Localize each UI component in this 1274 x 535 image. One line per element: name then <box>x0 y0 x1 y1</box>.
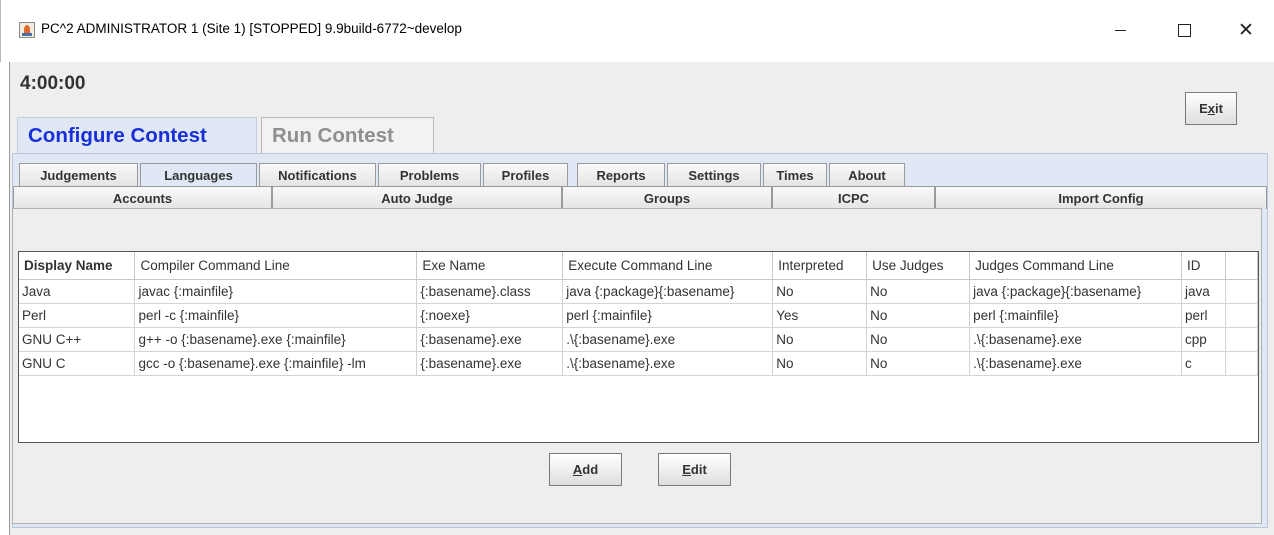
table-cell: javac {:mainfile} <box>134 279 418 304</box>
table-cell <box>1225 303 1258 328</box>
table-cell: No <box>772 279 868 304</box>
languages-pane: Display Name Compiler Command Line Exe N… <box>12 208 1262 524</box>
table-cell <box>1225 351 1258 376</box>
tab-times[interactable]: Times <box>763 163 827 186</box>
tab-run-contest[interactable]: Run Contest <box>261 117 434 153</box>
tab-groups[interactable]: Groups <box>562 186 772 209</box>
tab-reports[interactable]: Reports <box>577 163 665 186</box>
table-cell: No <box>866 303 971 328</box>
column-header[interactable]: Execute Command Line <box>562 252 774 280</box>
minimize-icon[interactable] <box>1097 12 1143 48</box>
contest-clock: 4:00:00 <box>20 73 86 94</box>
table-cell: perl {:mainfile} <box>562 303 774 328</box>
exit-button[interactable]: Ex it <box>1185 92 1237 125</box>
close-icon[interactable]: ✕ <box>1223 12 1269 48</box>
edit-label-rest: dit <box>690 462 707 477</box>
table-cell: GNU C++ <box>19 327 136 352</box>
tab-configure-contest[interactable]: Configure Contest <box>17 117 257 153</box>
exit-label-start: E <box>1199 101 1208 116</box>
table-header-row: Display Name Compiler Command Line Exe N… <box>19 252 1258 280</box>
tab-about[interactable]: About <box>829 163 905 186</box>
tab-profiles[interactable]: Profiles <box>483 163 568 186</box>
table-cell: java {:package}{:basename} <box>562 279 774 304</box>
table-cell: java {:package}{:basename} <box>969 279 1183 304</box>
languages-grid: Display Name Compiler Command Line Exe N… <box>19 252 1258 376</box>
table-cell: perl <box>1181 303 1226 328</box>
table-cell: .\{:basename}.exe <box>969 351 1183 376</box>
edit-button[interactable]: Edit <box>658 453 731 486</box>
table-cell: GNU C <box>19 351 136 376</box>
title-bar: PC^2 ADMINISTRATOR 1 (Site 1) [STOPPED] … <box>0 0 1274 62</box>
table-cell: No <box>772 351 868 376</box>
table-row[interactable]: GNU C gcc -o {:basename}.exe {:mainfile}… <box>19 351 1258 376</box>
table-cell: {:basename}.class <box>416 279 564 304</box>
table-cell: gcc -o {:basename}.exe {:mainfile} -lm <box>134 351 418 376</box>
tab-problems[interactable]: Problems <box>378 163 481 186</box>
column-header[interactable] <box>1225 252 1258 280</box>
tab-icpc[interactable]: ICPC <box>772 186 935 209</box>
exit-label-end: it <box>1214 101 1223 116</box>
tab-judgements[interactable]: Judgements <box>19 163 138 186</box>
tab-import-config[interactable]: Import Config <box>935 186 1267 209</box>
window-title: PC^2 ADMINISTRATOR 1 (Site 1) [STOPPED] … <box>41 21 462 36</box>
column-header[interactable]: Compiler Command Line <box>134 252 418 280</box>
column-header[interactable]: Exe Name <box>416 252 564 280</box>
table-cell: Perl <box>19 303 136 328</box>
table-cell: Java <box>19 279 136 304</box>
table-cell: perl -c {:mainfile} <box>134 303 418 328</box>
languages-table: Display Name Compiler Command Line Exe N… <box>18 251 1259 443</box>
table-row[interactable]: Perl perl -c {:mainfile} {:noexe} perl {… <box>19 303 1258 328</box>
table-cell <box>1225 327 1258 352</box>
table-cell: .\{:basename}.exe <box>562 327 774 352</box>
table-row[interactable]: GNU C++ g++ -o {:basename}.exe {:mainfil… <box>19 327 1258 352</box>
table-cell: cpp <box>1181 327 1226 352</box>
table-cell: No <box>866 351 971 376</box>
add-label-rest: dd <box>582 462 599 477</box>
table-cell: java <box>1181 279 1226 304</box>
tab-settings[interactable]: Settings <box>667 163 761 186</box>
tab-auto-judge[interactable]: Auto Judge <box>272 186 562 209</box>
tab-notifications[interactable]: Notifications <box>259 163 376 186</box>
table-cell: {:basename}.exe <box>416 351 564 376</box>
edit-label-mnemonic: E <box>682 462 691 477</box>
add-button[interactable]: Add <box>549 453 622 486</box>
table-cell: {:noexe} <box>416 303 564 328</box>
table-row[interactable]: Java javac {:mainfile} {:basename}.class… <box>19 279 1258 304</box>
column-header[interactable]: ID <box>1181 252 1226 280</box>
maximize-icon[interactable] <box>1161 12 1207 48</box>
table-cell: Yes <box>772 303 868 328</box>
table-cell: {:basename}.exe <box>416 327 564 352</box>
tab-accounts[interactable]: Accounts <box>13 186 272 209</box>
main-frame: 4:00:00 Ex it Configure Contest Run Conte… <box>9 62 1274 535</box>
column-header[interactable]: Interpreted <box>772 252 868 280</box>
table-cell: g++ -o {:basename}.exe {:mainfile} <box>134 327 418 352</box>
tab-languages[interactable]: Languages <box>140 163 257 186</box>
column-header[interactable]: Use Judges <box>866 252 971 280</box>
table-cell: perl {:mainfile} <box>969 303 1183 328</box>
column-header[interactable]: Display Name <box>19 252 136 280</box>
table-cell: .\{:basename}.exe <box>562 351 774 376</box>
table-cell: No <box>866 279 971 304</box>
table-cell <box>1225 279 1258 304</box>
table-cell: .\{:basename}.exe <box>969 327 1183 352</box>
column-header[interactable]: Judges Command Line <box>969 252 1183 280</box>
java-app-icon <box>19 22 35 38</box>
exit-label-mnemonic: x <box>1207 101 1215 116</box>
table-cell: c <box>1181 351 1226 376</box>
table-cell: No <box>772 327 868 352</box>
add-label-mnemonic: A <box>572 462 583 477</box>
table-cell: No <box>866 327 971 352</box>
